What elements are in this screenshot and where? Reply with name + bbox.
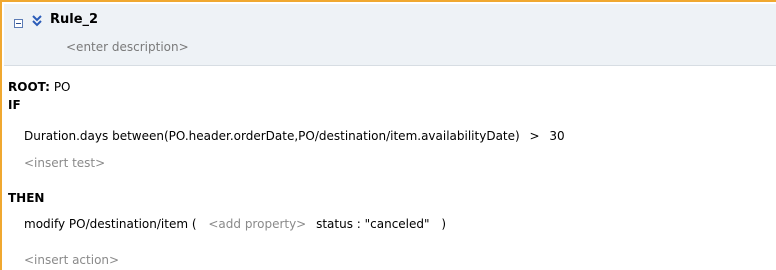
rule-description-placeholder[interactable]: <enter description>	[66, 40, 189, 54]
insert-action-placeholder[interactable]: <insert action>	[24, 253, 119, 267]
test-expression[interactable]: Duration.days between(PO.header.orderDat…	[24, 129, 520, 143]
root-label: ROOT:	[8, 80, 50, 94]
action-suffix: )	[441, 217, 447, 231]
test-row[interactable]: Duration.days between(PO.header.orderDat…	[24, 129, 565, 143]
test-value[interactable]: 30	[549, 129, 564, 143]
insert-test-placeholder[interactable]: <insert test>	[24, 156, 105, 170]
rule-header: Rule_2 <enter description>	[4, 4, 776, 66]
collapse-icon[interactable]	[14, 19, 23, 28]
action-property[interactable]: status : "canceled"	[316, 217, 429, 231]
action-prefix[interactable]: modify PO/destination/item (	[24, 217, 197, 231]
then-label: THEN	[8, 191, 45, 205]
add-property-placeholder[interactable]: <add property>	[208, 217, 306, 231]
action-row[interactable]: modify PO/destination/item ( <add proper…	[24, 217, 446, 231]
rule-panel: Rule_2 <enter description> ROOT: PO IF D…	[0, 0, 776, 270]
test-operator[interactable]: >	[530, 129, 540, 143]
double-chevron-down-icon[interactable]	[30, 13, 44, 29]
rule-name[interactable]: Rule_2	[50, 12, 98, 27]
if-label: IF	[8, 98, 21, 112]
root-value[interactable]: PO	[54, 80, 71, 94]
root-line: ROOT: PO	[8, 80, 71, 94]
